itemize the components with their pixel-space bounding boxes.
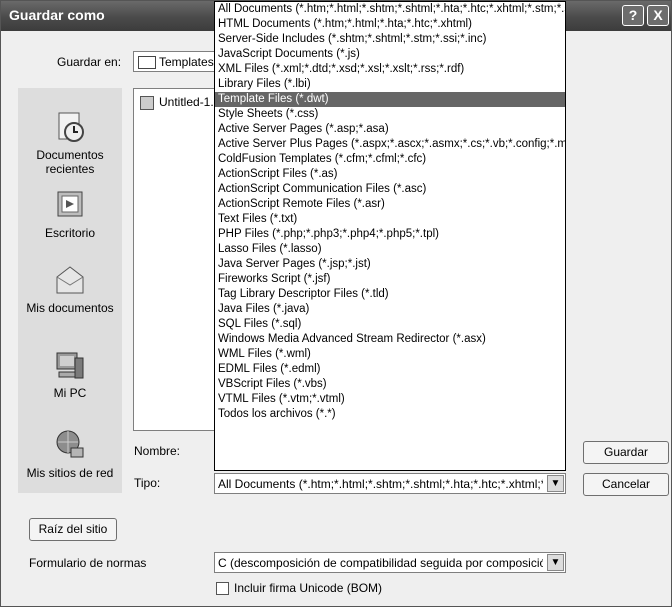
dropdown-option[interactable]: Lasso Files (*.lasso) [215,242,565,257]
place-label: Documentos recientes [36,148,104,176]
dropdown-option[interactable]: XML Files (*.xml;*.dtd;*.xsd;*.xsl;*.xsl… [215,62,565,77]
desktop-icon [57,191,83,217]
dropdown-option[interactable]: Active Server Plus Pages (*.aspx;*.ascx;… [215,137,565,152]
dropdown-option[interactable]: SQL Files (*.sql) [215,317,565,332]
lookin-label: Guardar en: [57,55,122,69]
cancel-button[interactable]: Cancelar [583,473,669,496]
dropdown-option[interactable]: Java Files (*.java) [215,302,565,317]
places-bar: Documentos recientes Escritorio Mis docu… [18,88,122,493]
normalization-value: C (descomposición de compatibilidad segu… [218,556,543,570]
dropdown-option[interactable]: ActionScript Remote Files (*.asr) [215,197,565,212]
dropdown-option[interactable]: Active Server Pages (*.asp;*.asa) [215,122,565,137]
filetype-dropdown-list[interactable]: All Documents (*.htm;*.html;*.shtm;*.sht… [214,1,566,471]
place-recent[interactable]: Documentos recientes [18,110,122,176]
place-desktop[interactable]: Escritorio [18,188,122,240]
network-places-icon [56,430,84,458]
dropdown-option[interactable]: EDML Files (*.edml) [215,362,565,377]
folder-icon [138,56,156,69]
place-label: Mis sitios de red [26,466,114,480]
dropdown-option[interactable]: Text Files (*.txt) [215,212,565,227]
chevron-down-icon[interactable]: ▼ [547,475,564,492]
dropdown-option[interactable]: Tag Library Descriptor Files (*.tld) [215,287,565,302]
place-my-computer[interactable]: Mi PC [18,348,122,400]
dropdown-option[interactable]: All Documents (*.htm;*.html;*.shtm;*.sht… [215,2,565,17]
dropdown-option[interactable]: Java Server Pages (*.jsp;*.jst) [215,257,565,272]
my-documents-icon [56,266,84,294]
normalization-select[interactable]: C (descomposición de compatibilidad segu… [214,552,566,573]
normalization-label: Formulario de normas [29,556,147,570]
place-label: Mi PC [53,386,87,400]
my-computer-icon [56,352,84,379]
dropdown-option[interactable]: Server-Side Includes (*.shtm;*.shtml;*.s… [215,32,565,47]
lookin-value: Templates [159,55,214,69]
dropdown-option[interactable]: Library Files (*.lbi) [215,77,565,92]
chevron-down-icon[interactable]: ▼ [547,554,564,571]
dropdown-option[interactable]: PHP Files (*.php;*.php3;*.php4;*.php5;*.… [215,227,565,242]
close-button[interactable]: X [647,5,669,26]
dropdown-option[interactable]: Template Files (*.dwt) [215,92,565,107]
filetype-select[interactable]: All Documents (*.htm;*.html;*.shtm;*.sht… [214,473,566,494]
dialog-title: Guardar como [9,7,105,23]
dropdown-option[interactable]: VTML Files (*.vtm;*.vtml) [215,392,565,407]
bom-checkbox[interactable] [216,582,229,595]
dropdown-option[interactable]: ActionScript Communication Files (*.asc) [215,182,565,197]
dropdown-option[interactable]: JavaScript Documents (*.js) [215,47,565,62]
place-label: Escritorio [44,226,95,240]
recent-documents-icon [58,112,84,142]
help-button[interactable]: ? [622,5,644,26]
dropdown-option[interactable]: HTML Documents (*.htm;*.html;*.hta;*.htc… [215,17,565,32]
filetype-value: All Documents (*.htm;*.html;*.shtm;*.sht… [218,477,543,491]
dropdown-option[interactable]: Fireworks Script (*.jsf) [215,272,565,287]
dropdown-option[interactable]: Todos los archivos (*.*) [215,407,565,422]
dropdown-option[interactable]: WML Files (*.wml) [215,347,565,362]
dropdown-option[interactable]: Style Sheets (*.css) [215,107,565,122]
save-as-dialog: Guardar como ? X Guardar en: Templates D… [0,0,672,607]
template-file-icon [140,95,154,110]
dropdown-option[interactable]: ColdFusion Templates (*.cfm;*.cfml;*.cfc… [215,152,565,167]
tipo-label: Tipo: [134,476,161,490]
place-network[interactable]: Mis sitios de red [18,428,122,480]
bom-label: Incluir firma Unicode (BOM) [234,581,383,595]
save-button[interactable]: Guardar [583,441,669,464]
dropdown-option[interactable]: Windows Media Advanced Stream Redirector… [215,332,565,347]
dropdown-option[interactable]: ActionScript Files (*.as) [215,167,565,182]
place-label: Mis documentos [26,301,114,315]
nombre-label: Nombre: [134,444,181,458]
site-root-button[interactable]: Raíz del sitio [29,518,117,541]
dropdown-option[interactable]: VBScript Files (*.vbs) [215,377,565,392]
place-my-documents[interactable]: Mis documentos [18,263,122,315]
